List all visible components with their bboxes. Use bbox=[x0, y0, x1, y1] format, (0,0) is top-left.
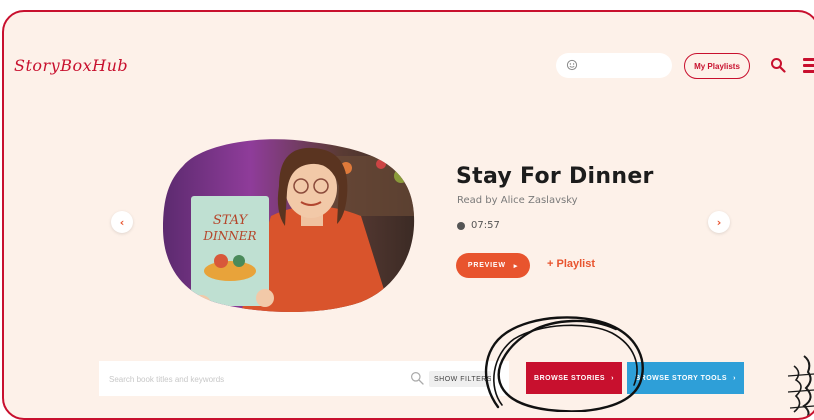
play-icon: ▸ bbox=[513, 262, 519, 270]
svg-text:DINNER: DINNER bbox=[202, 229, 256, 243]
my-playlists-button[interactable]: My Playlists bbox=[684, 53, 750, 79]
browse-stories-button[interactable]: BROWSE STORIES › bbox=[526, 362, 622, 394]
search-icon[interactable] bbox=[770, 57, 786, 73]
preview-button[interactable]: PREVIEW ▸ bbox=[456, 253, 530, 278]
menu-icon[interactable] bbox=[803, 58, 814, 74]
carousel-next-button[interactable]: › bbox=[708, 211, 730, 233]
story-title: Stay For Dinner bbox=[456, 164, 654, 189]
chevron-right-small-icon: › bbox=[733, 374, 736, 382]
search-bar: SHOW FILTERS bbox=[99, 361, 509, 398]
app-frame: StoryBoxHub My Playlists ‹ STAY DINNER S… bbox=[2, 10, 814, 420]
story-duration: 07:57 bbox=[457, 220, 500, 231]
corner-doodle bbox=[787, 355, 814, 418]
story-reader: Read by Alice Zaslavsky bbox=[457, 195, 578, 206]
chevron-right-small-icon: › bbox=[611, 374, 614, 382]
search-icon[interactable] bbox=[410, 371, 424, 385]
book-cover-title: STAY bbox=[213, 213, 249, 228]
chevron-left-icon: ‹ bbox=[119, 215, 125, 229]
browse-story-tools-button[interactable]: BROWSE STORY TOOLS › bbox=[627, 362, 744, 394]
top-search-field[interactable] bbox=[556, 53, 672, 78]
logo[interactable]: StoryBoxHub bbox=[14, 56, 128, 75]
search-input[interactable] bbox=[99, 361, 401, 398]
chevron-right-icon: › bbox=[716, 215, 722, 229]
hero-image[interactable]: STAY DINNER bbox=[161, 136, 417, 312]
clock-icon bbox=[457, 221, 465, 230]
browse-stories-label: BROWSE STORIES bbox=[534, 374, 606, 382]
smiley-icon bbox=[566, 59, 578, 71]
show-filters-button[interactable]: SHOW FILTERS bbox=[429, 371, 491, 387]
add-to-playlist-link[interactable]: + Playlist bbox=[547, 258, 595, 270]
duration-text: 07:57 bbox=[471, 220, 500, 231]
carousel-prev-button[interactable]: ‹ bbox=[111, 211, 133, 233]
preview-label: PREVIEW bbox=[467, 262, 506, 269]
browse-tools-label: BROWSE STORY TOOLS bbox=[635, 374, 728, 382]
